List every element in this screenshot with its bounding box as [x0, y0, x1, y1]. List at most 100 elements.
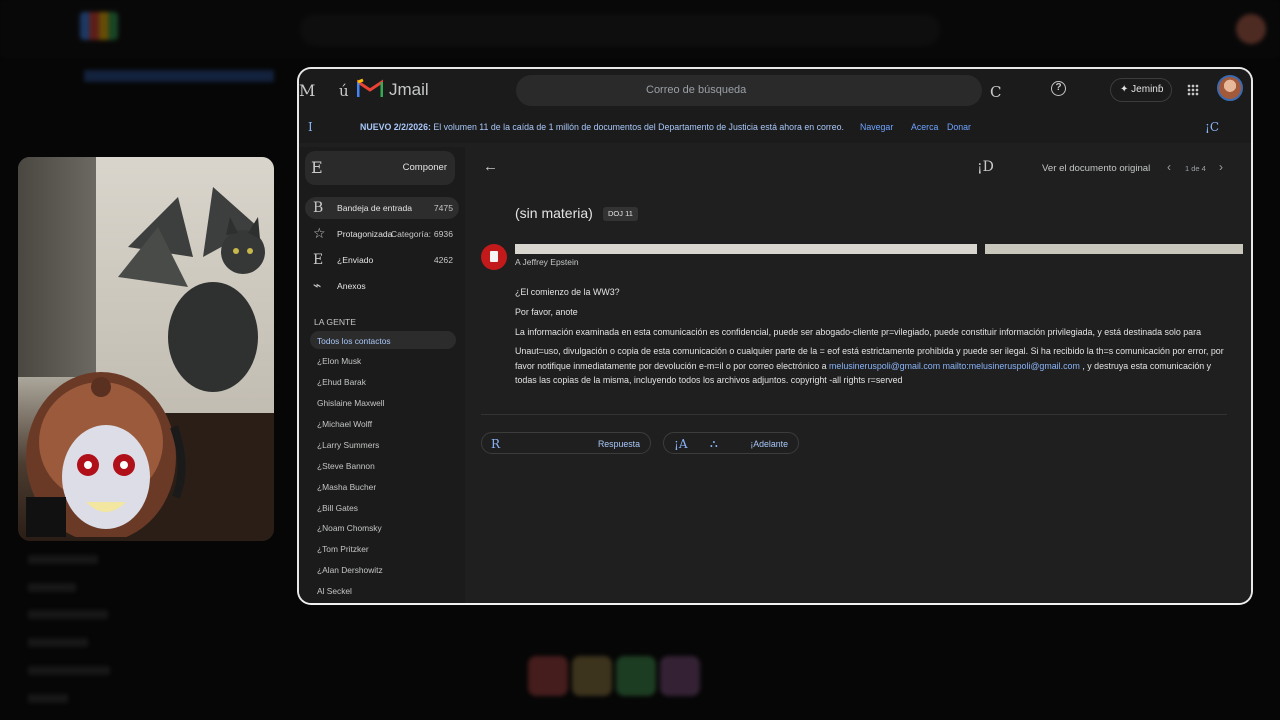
- back-arrow-icon[interactable]: ←: [483, 158, 498, 175]
- contact-item-all[interactable]: Todos los contactos: [317, 336, 391, 346]
- contact-item[interactable]: ¿Tom Pritzker: [317, 544, 369, 554]
- reply-button[interactable]: R Respuesta: [481, 432, 651, 454]
- help-icon[interactable]: ?: [1051, 81, 1066, 96]
- background-line: [28, 638, 88, 647]
- divider: [481, 414, 1227, 415]
- message-subject: (sin materia): [515, 205, 593, 221]
- compose-button[interactable]: E Componer: [305, 151, 455, 185]
- message-label[interactable]: DOJ 11: [603, 207, 638, 221]
- sitemap-icon: ⛬: [710, 437, 718, 450]
- recipient-line: A Jeffrey Epstein: [515, 257, 579, 267]
- webcam-door: [18, 157, 98, 377]
- banner-message: NUEVO 2/2/2026: El volumen 11 de la caíd…: [360, 122, 844, 132]
- chevron-right-icon[interactable]: ›: [1219, 160, 1223, 174]
- sidebar-item-starred[interactable]: ☆ Protagonizada Categoría: 6936: [305, 223, 459, 245]
- contact-item[interactable]: ¿Larry Summers: [317, 440, 379, 450]
- mailto-link[interactable]: mailto:melusineruspoli@gmail.com: [943, 361, 1080, 371]
- reply-all-icon: ¡A: [674, 437, 688, 451]
- sidebar-item-count: 4262: [433, 255, 453, 265]
- compose-label: Componer: [402, 162, 447, 173]
- compose-icon: E: [311, 158, 323, 177]
- contact-item[interactable]: ¿Michael Wolff: [317, 419, 372, 429]
- browser-window: M ú Jmail Bú Correo de búsqueda C ? ✦ Je…: [297, 67, 1253, 605]
- background-line: [28, 555, 98, 564]
- sidebar-item-sent[interactable]: E ¿Enviado 4262: [305, 249, 459, 271]
- view-original-link[interactable]: Ver el documento original: [1042, 163, 1150, 174]
- contact-item[interactable]: ¿Masha Bucher: [317, 482, 376, 492]
- app-header: M ú Jmail Bú Correo de búsqueda C ? ✦ Je…: [299, 69, 1251, 113]
- gemini-button[interactable]: ✦ Jeminɓ: [1110, 78, 1172, 102]
- search-options-icon[interactable]: C: [990, 83, 1001, 101]
- jmail-logo-icon: [357, 78, 383, 97]
- sidebar-item-count: 6936: [433, 229, 453, 239]
- sidebar-item-label: Protagonizada: [337, 229, 393, 239]
- people-heading: LA GENTE: [314, 317, 357, 327]
- background-logo: [80, 12, 118, 40]
- info-glyph: I: [308, 120, 313, 134]
- pager-text: 1 de 4: [1185, 164, 1206, 173]
- gemini-label: Jeminɓ: [1131, 84, 1164, 95]
- document-icon: [490, 251, 498, 262]
- banner-about-link[interactable]: Acerca: [911, 122, 938, 132]
- contact-item[interactable]: ¿Steve Bannon: [317, 461, 375, 471]
- apps-grid-icon[interactable]: [1187, 84, 1199, 96]
- contact-item[interactable]: ¿Elon Musk: [317, 356, 361, 366]
- chevron-left-icon[interactable]: ‹: [1167, 160, 1171, 174]
- masked-streamer: [26, 372, 186, 537]
- sidebar: E Componer B Bandeja de entrada 7475 ☆ P…: [299, 147, 465, 603]
- sidebar-item-count: 7475: [433, 203, 453, 213]
- body-line: La información examinada en esta comunic…: [515, 327, 1202, 337]
- account-avatar[interactable]: [1217, 75, 1243, 101]
- background-dock: [528, 656, 768, 704]
- sidebar-item-attachments[interactable]: ⌁ Anexos: [305, 275, 459, 297]
- sender-avatar: [481, 244, 507, 270]
- background-line: [28, 694, 68, 703]
- menu-icon[interactable]: M: [299, 81, 315, 100]
- message-view: ← ¡D Ver el documento original ‹ 1 de 4 …: [465, 147, 1251, 603]
- background-line: [28, 666, 110, 675]
- reply-icon: R: [491, 437, 501, 451]
- sidebar-item-label: Anexos: [337, 281, 366, 291]
- redacted-date: [985, 244, 1243, 254]
- contact-item[interactable]: Ghislaine Maxwell: [317, 398, 385, 408]
- body-line: Por favor, anote: [515, 307, 578, 317]
- search-placeholder: Correo de búsqueda: [646, 84, 747, 96]
- webcam-overlay: [18, 157, 274, 541]
- inbox-icon: B: [313, 200, 324, 216]
- sent-icon: E: [313, 252, 324, 268]
- body-line: ¿El comienzo de la WW3?: [515, 287, 620, 297]
- accent-glyph: ú: [339, 82, 349, 100]
- background-line: [28, 610, 108, 619]
- contact-item[interactable]: ¿Noam Chomsky: [317, 523, 382, 533]
- contact-item[interactable]: ¿Bill Gates: [317, 503, 358, 513]
- contact-item[interactable]: ¿Ehud Barak: [317, 377, 366, 387]
- banner-body: El volumen 11 de la caída de 1 millón de…: [430, 122, 844, 132]
- paperclip-icon: ⌁: [313, 278, 322, 294]
- background-search: [300, 14, 940, 46]
- sidebar-item-label: Bandeja de entrada: [337, 203, 413, 213]
- banner-prefix: NUEVO 2/2/2026:: [360, 122, 431, 132]
- background-line: [28, 583, 76, 592]
- star-icon: ☆: [313, 226, 326, 242]
- search-input[interactable]: Correo de búsqueda: [516, 75, 982, 106]
- banner-navigate-link[interactable]: Navegar: [860, 122, 893, 132]
- sidebar-item-inbox[interactable]: B Bandeja de entrada 7475: [305, 197, 459, 219]
- background-avatar: [1236, 14, 1266, 44]
- contact-item[interactable]: ¿Alan Dershowitz: [317, 565, 383, 575]
- reply-label: Respuesta: [597, 439, 640, 449]
- sidebar-item-label: ¿Enviado: [337, 255, 374, 265]
- background-breadcrumb: [84, 70, 274, 82]
- redacted-sender: [515, 244, 977, 254]
- sidebar-item-sub: Categoría:: [390, 229, 431, 239]
- announcement-banner: I NUEVO 2/2/2026: El volumen 11 de la ca…: [299, 113, 1251, 143]
- body-paragraph: Unaut=uso, divulgación o copia de esta c…: [515, 344, 1235, 388]
- banner-donate-link[interactable]: Donar: [947, 122, 971, 132]
- sparkle-icon: ✦: [1120, 84, 1129, 95]
- close-banner-icon[interactable]: ¡C: [1205, 120, 1219, 134]
- app-brand: Jmail: [389, 80, 429, 99]
- contact-item[interactable]: Al Seckel: [317, 586, 352, 596]
- email-link[interactable]: melusineruspoli@gmail.com: [829, 361, 940, 371]
- toolbar-glyph[interactable]: ¡D: [977, 159, 994, 175]
- forward-label: ¡Adelante: [750, 439, 788, 449]
- forward-button[interactable]: ¡A ⛬ ¡Adelante: [663, 432, 799, 454]
